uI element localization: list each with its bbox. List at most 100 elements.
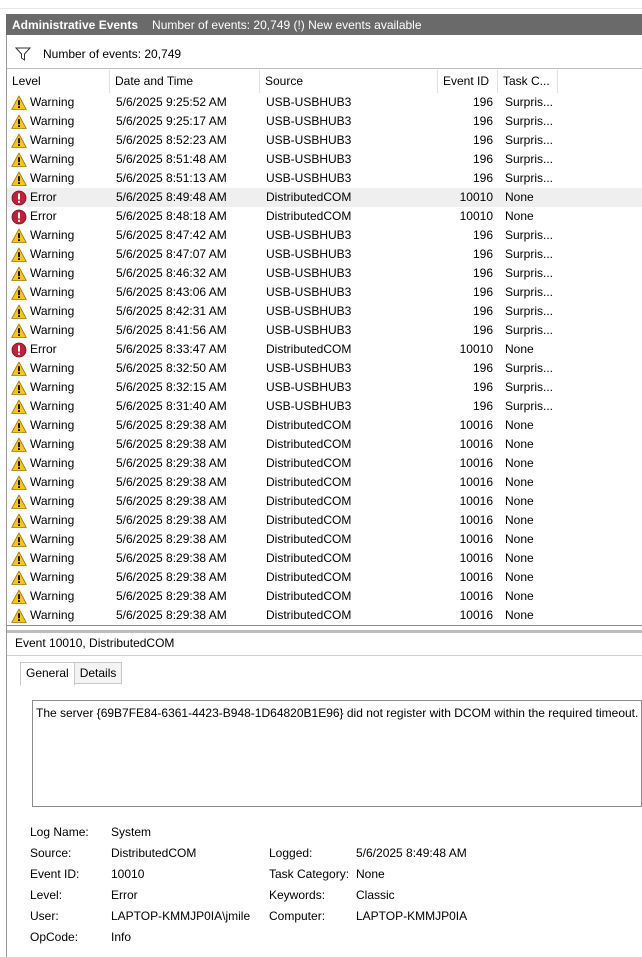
date-cell: 5/6/2025 8:29:38 AM bbox=[116, 513, 227, 527]
task-category-cell: None bbox=[505, 456, 534, 470]
computer-value: LAPTOP-KMMJP0IA bbox=[356, 909, 468, 923]
source-cell: DistributedCOM bbox=[266, 589, 352, 603]
warning-icon bbox=[11, 570, 27, 585]
table-row[interactable]: Warning 5/6/2025 8:52:23 AM USB-USBHUB3 196… bbox=[7, 131, 642, 150]
level-cell: Warning bbox=[11, 473, 107, 492]
error-icon bbox=[11, 342, 27, 357]
table-row[interactable]: Warning 5/6/2025 8:31:40 AM USB-USBHUB3 196… bbox=[7, 397, 642, 416]
warning-icon bbox=[11, 494, 27, 509]
table-header: Level Date and Time Source Event ID Task… bbox=[7, 70, 642, 93]
level-text: Warning bbox=[30, 475, 75, 489]
source-cell: USB-USBHUB3 bbox=[266, 228, 352, 242]
user-value: LAPTOP-KMMJP0IA\jmile bbox=[111, 909, 251, 923]
table-row[interactable]: Warning 5/6/2025 8:41:56 AM USB-USBHUB3 196… bbox=[7, 321, 642, 340]
tab-general[interactable]: General bbox=[20, 662, 75, 686]
table-row[interactable]: Warning 5/6/2025 8:29:38 AM DistributedCOM… bbox=[7, 435, 642, 454]
table-row[interactable]: Error 5/6/2025 8:49:48 AM DistributedCOM 10… bbox=[7, 188, 642, 207]
warning-icon bbox=[11, 304, 27, 319]
level-cell: Error bbox=[11, 207, 107, 226]
table-row[interactable]: Warning 5/6/2025 8:29:38 AM DistributedCOM… bbox=[7, 511, 642, 530]
source-cell: USB-USBHUB3 bbox=[266, 171, 352, 185]
table-row[interactable]: Warning 5/6/2025 8:47:07 AM USB-USBHUB3 196… bbox=[7, 245, 642, 264]
source-label: Source: bbox=[30, 846, 72, 860]
warning-icon bbox=[11, 475, 27, 490]
task-category-cell: Surpris... bbox=[505, 285, 554, 299]
source-cell: USB-USBHUB3 bbox=[266, 361, 352, 375]
level-cell: Warning bbox=[11, 416, 107, 435]
table-row[interactable]: Warning 5/6/2025 8:51:13 AM USB-USBHUB3 196… bbox=[7, 169, 642, 188]
date-cell: 5/6/2025 8:49:48 AM bbox=[116, 190, 227, 204]
event-id-cell: 196 bbox=[472, 323, 493, 337]
column-header-date[interactable]: Date and Time bbox=[110, 70, 260, 93]
warning-icon bbox=[11, 285, 27, 300]
task-category-cell: Surpris... bbox=[505, 399, 554, 413]
table-row[interactable]: Warning 5/6/2025 8:32:50 AM USB-USBHUB3 196… bbox=[7, 359, 642, 378]
event-id-cell: 10016 bbox=[459, 532, 493, 546]
date-cell: 5/6/2025 8:48:18 AM bbox=[116, 209, 227, 223]
error-icon bbox=[11, 190, 27, 205]
event-id-cell: 196 bbox=[472, 380, 493, 394]
level-cell: Warning bbox=[11, 112, 107, 131]
table-row[interactable]: Warning 5/6/2025 8:32:15 AM USB-USBHUB3 196… bbox=[7, 378, 642, 397]
event-id-cell: 196 bbox=[472, 114, 493, 128]
table-row[interactable]: Warning 5/6/2025 8:29:38 AM DistributedCOM… bbox=[7, 492, 642, 511]
source-cell: DistributedCOM bbox=[266, 475, 352, 489]
column-header-level[interactable]: Level bbox=[7, 70, 110, 93]
table-row[interactable]: Warning 5/6/2025 8:29:38 AM DistributedCOM… bbox=[7, 587, 642, 606]
level-text: Warning bbox=[30, 380, 75, 394]
event-id-cell: 10010 bbox=[459, 209, 493, 223]
task-category-cell: Surpris... bbox=[505, 95, 554, 109]
table-row[interactable]: Warning 5/6/2025 8:29:38 AM DistributedCOM… bbox=[7, 530, 642, 549]
table-row[interactable]: Warning 5/6/2025 8:29:38 AM DistributedCOM… bbox=[7, 473, 642, 492]
table-row[interactable]: Error 5/6/2025 8:33:47 AM DistributedCOM 10… bbox=[7, 340, 642, 359]
source-cell: DistributedCOM bbox=[266, 190, 352, 204]
computer-label: Computer: bbox=[269, 909, 326, 923]
level-cell: Warning bbox=[11, 226, 107, 245]
column-header-task-category[interactable]: Task C... bbox=[498, 70, 558, 93]
table-row[interactable]: Warning 5/6/2025 8:42:31 AM USB-USBHUB3 196… bbox=[7, 302, 642, 321]
event-id-cell: 10016 bbox=[459, 589, 493, 603]
task-category-cell: Surpris... bbox=[505, 114, 554, 128]
table-row[interactable]: Warning 5/6/2025 8:29:38 AM DistributedCOM… bbox=[7, 416, 642, 435]
date-cell: 5/6/2025 8:51:13 AM bbox=[116, 171, 227, 185]
table-row[interactable]: Warning 5/6/2025 8:29:38 AM DistributedCOM… bbox=[7, 454, 642, 473]
task-category-cell: Surpris... bbox=[505, 323, 554, 337]
level-cell: Warning bbox=[11, 264, 107, 283]
table-row[interactable]: Warning 5/6/2025 9:25:52 AM USB-USBHUB3 196… bbox=[7, 93, 642, 112]
table-row[interactable]: Warning 5/6/2025 8:29:38 AM DistributedCOM… bbox=[7, 606, 642, 625]
level-text: Error bbox=[30, 190, 57, 204]
tab-details[interactable]: Details bbox=[73, 662, 123, 684]
table-row[interactable]: Warning 5/6/2025 8:47:42 AM USB-USBHUB3 196… bbox=[7, 226, 642, 245]
table-row[interactable]: Error 5/6/2025 8:48:18 AM DistributedCOM 10… bbox=[7, 207, 642, 226]
task-category-cell: Surpris... bbox=[505, 266, 554, 280]
level-text: Warning bbox=[30, 513, 75, 527]
level-cell: Warning bbox=[11, 131, 107, 150]
date-cell: 5/6/2025 8:46:32 AM bbox=[116, 266, 227, 280]
table-row[interactable]: Warning 5/6/2025 8:29:38 AM DistributedCOM… bbox=[7, 568, 642, 587]
level-cell: Warning bbox=[11, 169, 107, 188]
table-row[interactable]: Warning 5/6/2025 8:51:48 AM USB-USBHUB3 196… bbox=[7, 150, 642, 169]
column-header-event-id[interactable]: Event ID bbox=[438, 70, 498, 93]
level-value: Error bbox=[111, 888, 138, 902]
opcode-label: OpCode: bbox=[30, 930, 79, 944]
event-id-cell: 10010 bbox=[459, 190, 493, 204]
level-text: Warning bbox=[30, 418, 75, 432]
event-id-cell: 10016 bbox=[459, 608, 493, 622]
warning-icon bbox=[11, 418, 27, 433]
detail-tabs: General Details bbox=[20, 662, 123, 686]
task-category-cell: None bbox=[505, 551, 534, 565]
level-cell: Error bbox=[11, 340, 107, 359]
filter-icon[interactable] bbox=[15, 46, 31, 62]
table-row[interactable]: Warning 5/6/2025 9:25:17 AM USB-USBHUB3 196… bbox=[7, 112, 642, 131]
table-row[interactable]: Warning 5/6/2025 8:43:06 AM USB-USBHUB3 196… bbox=[7, 283, 642, 302]
column-header-source[interactable]: Source bbox=[260, 70, 438, 93]
table-row[interactable]: Warning 5/6/2025 8:29:38 AM DistributedCOM… bbox=[7, 549, 642, 568]
source-cell: USB-USBHUB3 bbox=[266, 133, 352, 147]
level-cell: Warning bbox=[11, 530, 107, 549]
pane-splitter[interactable] bbox=[7, 630, 642, 633]
table-body: Warning 5/6/2025 9:25:52 AM USB-USBHUB3 196… bbox=[7, 93, 642, 625]
source-cell: USB-USBHUB3 bbox=[266, 399, 352, 413]
level-text: Warning bbox=[30, 323, 75, 337]
date-cell: 5/6/2025 8:41:56 AM bbox=[116, 323, 227, 337]
table-row[interactable]: Warning 5/6/2025 8:46:32 AM USB-USBHUB3 196… bbox=[7, 264, 642, 283]
